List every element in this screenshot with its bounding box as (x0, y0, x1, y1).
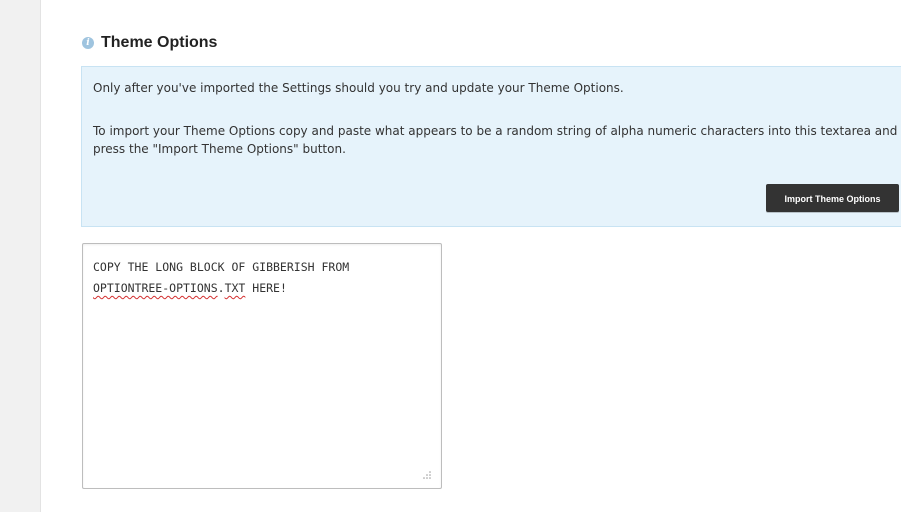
textarea-content: COPY THE LONG BLOCK OF GIBBERISH FROM OP… (93, 257, 413, 299)
info-icon: i (82, 37, 94, 49)
textarea-line-1: COPY THE LONG BLOCK OF GIBBERISH FROM (93, 260, 350, 274)
section-header: i Theme Options (82, 34, 217, 52)
import-textarea[interactable]: COPY THE LONG BLOCK OF GIBBERISH FROM OP… (82, 243, 442, 489)
left-gutter (0, 0, 41, 512)
info-box: Only after you've imported the Settings … (81, 66, 901, 227)
info-paragraph-2: To import your Theme Options copy and pa… (93, 124, 898, 156)
textarea-separator: . (217, 281, 225, 295)
misspelled-word: OPTIONTREE-OPTIONS (93, 281, 218, 295)
import-theme-options-button[interactable]: Import Theme Options (766, 184, 899, 212)
section-title: Theme Options (101, 34, 218, 51)
info-paragraph-1: Only after you've imported the Settings … (93, 81, 624, 95)
misspelled-word: TXT (224, 281, 246, 295)
textarea-line-2-rest: HERE! (245, 281, 287, 295)
resize-grip-icon[interactable] (423, 471, 431, 479)
